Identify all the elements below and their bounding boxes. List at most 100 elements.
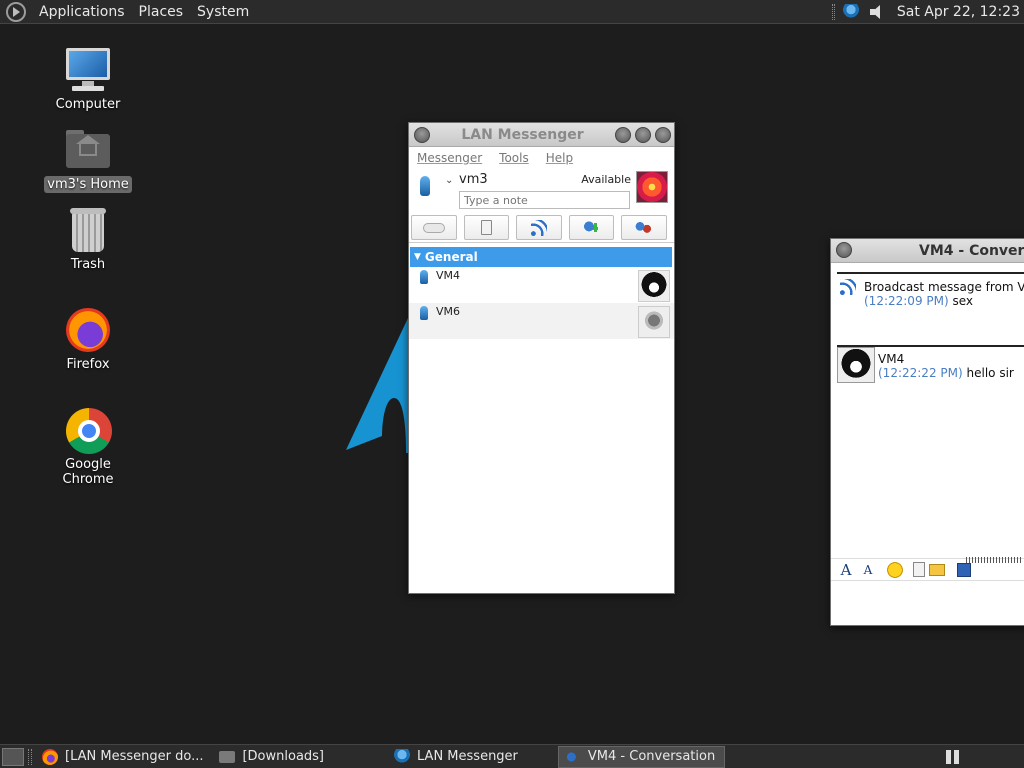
window-title: LAN Messenger	[461, 126, 584, 143]
system-tray: Sat Apr 22, 12:23	[831, 0, 1024, 24]
chat-button[interactable]	[411, 215, 457, 240]
bottom-taskbar: [LAN Messenger do... [Downloads] LAN Mes…	[0, 744, 1024, 768]
home-folder-icon	[64, 126, 112, 174]
message-body: (12:22:22 PM) hello sir	[878, 366, 1014, 380]
group-header-general[interactable]: ▼ General	[410, 247, 672, 267]
minimize-button[interactable]	[615, 126, 631, 143]
send-file-icon	[480, 220, 492, 235]
collapse-arrow-icon: ▼	[414, 252, 421, 262]
font-icon[interactable]: A	[837, 562, 855, 578]
message-text: sex	[952, 294, 974, 308]
chrome-icon	[64, 406, 112, 454]
desktop-icon-label: Computer	[55, 97, 121, 112]
add-contact-icon	[581, 219, 602, 236]
broadcast-icon	[840, 279, 856, 295]
task-label: [LAN Messenger do...	[65, 749, 204, 764]
computer-icon	[64, 46, 112, 94]
desktop-icon-computer[interactable]: Computer	[38, 46, 138, 113]
user-status-text: Available	[581, 173, 631, 186]
window-menu-button[interactable]	[836, 242, 852, 258]
firefox-icon	[64, 306, 112, 354]
workspace-1[interactable]	[946, 749, 951, 764]
firefox-icon	[42, 748, 58, 765]
task-lan-messenger-download[interactable]: [LAN Messenger do...	[36, 746, 211, 768]
task-downloads[interactable]: [Downloads]	[213, 746, 332, 768]
main-toolbar	[409, 213, 674, 243]
menubar: Messenger Tools Help	[409, 147, 674, 169]
desktop-icon-firefox[interactable]: Firefox	[38, 306, 138, 373]
chevron-down-icon[interactable]: ⌄	[445, 175, 453, 186]
task-vm4-conversation[interactable]: VM4 - Conversation	[557, 745, 725, 768]
contact-row-vm4[interactable]: VM4	[409, 267, 674, 303]
message-time: (12:22:22 PM)	[878, 366, 963, 380]
broadcast-button[interactable]	[516, 215, 562, 240]
group-name: General	[424, 250, 478, 264]
user-name: vm3	[459, 172, 488, 187]
group-chat-button[interactable]	[621, 215, 667, 240]
taskbar-separator	[28, 748, 32, 765]
system-menu[interactable]: System	[190, 4, 256, 20]
task-label: VM4 - Conversation	[587, 749, 716, 764]
conversation-icon	[564, 748, 581, 765]
task-label: LAN Messenger	[417, 749, 518, 764]
contact-status-icon	[420, 306, 428, 320]
menu-help[interactable]: Help	[546, 151, 573, 165]
workspace-switcher[interactable]	[946, 749, 962, 764]
volume-icon[interactable]	[869, 4, 887, 20]
trash-icon	[64, 206, 112, 254]
lan-messenger-window: LAN Messenger Messenger Tools Help ⌄ vm3…	[408, 122, 675, 594]
menu-tools[interactable]: Tools	[499, 151, 529, 165]
window-title: VM4 - Conversation	[919, 242, 1024, 259]
workspace-2[interactable]	[954, 749, 959, 764]
send-folder-icon[interactable]	[929, 563, 945, 576]
send-file-icon[interactable]	[913, 562, 925, 577]
send-file-button[interactable]	[463, 215, 510, 240]
status-icon[interactable]	[420, 176, 430, 196]
contact-row-vm6[interactable]: VM6	[409, 303, 674, 339]
note-input[interactable]	[459, 191, 630, 209]
desktop-icon-trash[interactable]: Trash	[38, 206, 138, 273]
contact-status-icon	[420, 270, 428, 284]
group-chat-icon	[634, 219, 655, 236]
task-lan-messenger[interactable]: LAN Messenger	[334, 746, 526, 768]
add-contact-button[interactable]	[568, 215, 615, 240]
message-sender: Broadcast message from VM4	[864, 280, 1024, 294]
desktop-icon-home[interactable]: vm3's Home	[38, 126, 138, 193]
task-label: [Downloads]	[242, 749, 325, 764]
resize-grip[interactable]	[966, 557, 1022, 563]
desktop-icon-chrome[interactable]: Google Chrome	[38, 406, 138, 488]
message-input[interactable]	[831, 581, 1024, 625]
close-button[interactable]	[655, 126, 671, 143]
desktop-icon-label: Firefox	[66, 357, 110, 372]
user-panel: ⌄ vm3 Available	[409, 169, 674, 213]
lan-messenger-titlebar[interactable]: LAN Messenger	[409, 123, 674, 147]
divider	[837, 272, 1024, 274]
clock[interactable]: Sat Apr 22, 12:23	[897, 4, 1024, 20]
broadcast-icon	[530, 219, 547, 236]
message-time: (12:22:09 PM)	[864, 294, 949, 308]
message-log[interactable]: Broadcast message from VM4 (12:22:09 PM)…	[831, 263, 1024, 559]
desktop-icon-label: vm3's Home	[44, 176, 132, 193]
top-panel: Applications Places System Sat Apr 22, 1…	[0, 0, 1024, 24]
desktop-icon-label: Google Chrome	[62, 457, 114, 487]
window-menu-button[interactable]	[414, 126, 430, 143]
menu-messenger[interactable]: Messenger	[417, 151, 482, 165]
applications-menu[interactable]: Applications	[32, 4, 132, 20]
distro-logo-icon[interactable]	[6, 1, 26, 22]
message-sender: VM4	[878, 352, 905, 366]
desktop-icon-label: Trash	[70, 257, 106, 272]
folder-icon	[219, 750, 236, 763]
show-desktop-button[interactable]	[2, 747, 24, 766]
lan-messenger-icon	[394, 748, 411, 765]
smiley-icon[interactable]	[887, 561, 903, 578]
chat-icon	[422, 222, 445, 233]
font-color-icon[interactable]: A	[859, 562, 877, 578]
places-menu[interactable]: Places	[132, 4, 191, 20]
contact-name: VM4	[436, 269, 461, 282]
message-text: hello sir	[966, 366, 1014, 380]
maximize-button[interactable]	[635, 126, 651, 143]
save-icon[interactable]	[957, 562, 971, 577]
lan-messenger-tray-icon[interactable]	[842, 3, 859, 20]
user-avatar[interactable]	[636, 171, 668, 203]
conversation-titlebar[interactable]: VM4 - Conversation	[831, 239, 1024, 263]
